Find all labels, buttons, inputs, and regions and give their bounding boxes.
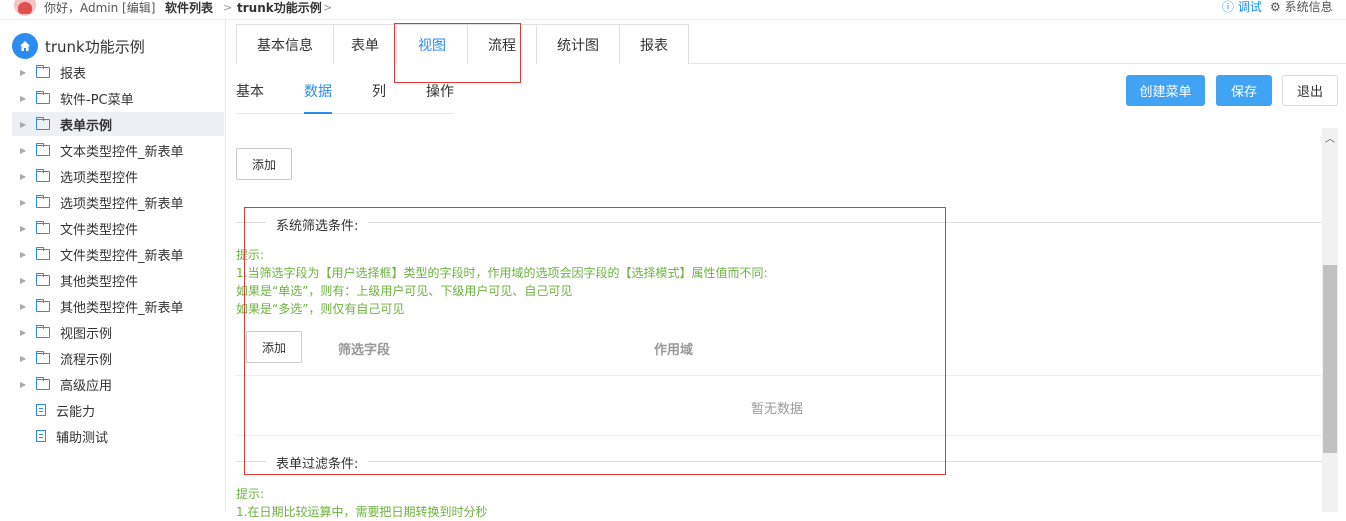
sidebar-item-label: 表单示例 xyxy=(60,118,113,134)
tab-form[interactable]: 表单 xyxy=(333,24,397,64)
sidebar-item[interactable]: ▶ 文件类型控件 xyxy=(12,216,224,240)
sidebar-item-label: 选项类型控件 xyxy=(60,170,139,186)
folder-icon xyxy=(36,168,50,182)
sidebar-item-label: 报表 xyxy=(60,66,87,82)
highlight-box-system-filter xyxy=(244,207,946,475)
subtab-data[interactable]: 数据 xyxy=(304,81,332,101)
breadcrumb-current[interactable]: trunk功能示例 xyxy=(237,0,322,16)
vertical-scrollbar[interactable]: ︿ xyxy=(1322,128,1338,512)
subtab-columns[interactable]: 列 xyxy=(372,81,386,101)
greeting[interactable]: 你好，Admin [编辑] xyxy=(44,0,155,16)
sidebar-item[interactable]: ▶ 选项类型控件 xyxy=(12,164,224,188)
document-icon xyxy=(36,430,46,442)
expand-arrow-icon[interactable]: ▶ xyxy=(20,120,30,129)
expand-arrow-icon[interactable]: ▶ xyxy=(20,68,30,77)
sidebar-item-label: 文件类型控件_新表单 xyxy=(60,248,184,264)
sidebar-item-label: 其他类型控件_新表单 xyxy=(60,300,184,316)
folder-icon xyxy=(36,64,50,78)
folder-icon xyxy=(36,246,50,260)
hint-line: 1.在日期比较运算中，需要把日期转换到时分秒 xyxy=(236,505,488,519)
tab-basic-info[interactable]: 基本信息 xyxy=(236,24,334,64)
subtab-basic[interactable]: 基本 xyxy=(236,81,264,101)
sidebar-item[interactable]: ▶ 其他类型控件_新表单 xyxy=(12,294,224,318)
active-tab-indicator xyxy=(304,112,332,114)
sidebar-item-label: 软件-PC菜单 xyxy=(60,92,134,108)
sidebar-item[interactable]: ▶ 表单示例 xyxy=(12,112,224,136)
sidebar-item[interactable]: ▶ 软件-PC菜单 xyxy=(12,86,224,110)
breadcrumb-software-list[interactable]: 软件列表 xyxy=(165,0,213,16)
debug-link[interactable]: ⓘ 调试 xyxy=(1222,0,1262,14)
chevron-right-icon: > xyxy=(323,1,333,14)
sidebar-item[interactable]: ▶ 选项类型控件_新表单 xyxy=(12,190,224,214)
expand-arrow-icon[interactable]: ▶ xyxy=(20,302,30,311)
tab-chart[interactable]: 统计图 xyxy=(536,24,620,64)
folder-icon xyxy=(36,272,50,286)
create-menu-button[interactable]: 创建菜单 xyxy=(1126,75,1205,106)
expand-arrow-icon[interactable]: ▶ xyxy=(20,198,30,207)
sub-tabs: 基本 数据 列 操作 xyxy=(236,78,454,114)
document-icon xyxy=(36,404,46,416)
sidebar: trunk功能示例 ▶ 报表 ▶ 软件-PC菜单 ▶ 表单示例 ▶ 文本类型控件_新表单 ▶ 选项… xyxy=(0,20,226,512)
save-button[interactable]: 保存 xyxy=(1216,75,1272,106)
tree-root-label: trunk功能示例 xyxy=(45,37,145,56)
sidebar-item-label: 辅助测试 xyxy=(56,430,109,446)
expand-arrow-icon[interactable]: ▶ xyxy=(20,94,30,103)
sidebar-item[interactable]: ▶ 其他类型控件 xyxy=(12,268,224,292)
exit-button[interactable]: 退出 xyxy=(1282,75,1338,106)
chevron-right-icon: > xyxy=(223,1,233,14)
folder-icon xyxy=(36,376,50,390)
sidebar-item[interactable]: ▶ 高级应用 xyxy=(12,372,224,396)
sidebar-item[interactable]: ▶ 文件类型控件_新表单 xyxy=(12,242,224,266)
sidebar-item-label: 文件类型控件 xyxy=(60,222,139,238)
sidebar-item-label: 视图示例 xyxy=(60,326,113,342)
expand-arrow-icon[interactable]: ▶ xyxy=(20,276,30,285)
folder-icon xyxy=(36,116,50,130)
subtab-actions[interactable]: 操作 xyxy=(426,81,454,101)
sidebar-item-label: 其他类型控件 xyxy=(60,274,139,290)
home-icon xyxy=(12,33,38,59)
folder-icon xyxy=(36,194,50,208)
sidebar-item[interactable]: ▶ 流程示例 xyxy=(12,346,224,370)
scroll-up-icon[interactable]: ︿ xyxy=(1322,128,1338,146)
scroll-thumb[interactable] xyxy=(1323,265,1337,453)
sidebar-item-label: 流程示例 xyxy=(60,352,113,368)
sidebar-item-label: 选项类型控件_新表单 xyxy=(60,196,184,212)
folder-icon xyxy=(36,298,50,312)
folder-icon xyxy=(36,350,50,364)
expand-arrow-icon[interactable]: ▶ xyxy=(20,328,30,337)
highlight-box-view-tab xyxy=(394,23,521,83)
folder-icon xyxy=(36,90,50,104)
sidebar-item-label: 文本类型控件_新表单 xyxy=(60,144,184,160)
sidebar-item[interactable]: ▶ 视图示例 xyxy=(12,320,224,344)
avatar[interactable] xyxy=(14,0,36,16)
sidebar-item[interactable]: ▶ 文本类型控件_新表单 xyxy=(12,138,224,162)
folder-icon xyxy=(36,220,50,234)
sidebar-item-label: 云能力 xyxy=(56,404,96,420)
add-button[interactable]: 添加 xyxy=(236,148,292,180)
top-bar: 你好，Admin [编辑] 软件列表 > trunk功能示例 > ⓘ 调试 ⚙ … xyxy=(0,0,1346,20)
hint-title: 提示: xyxy=(236,487,265,501)
expand-arrow-icon[interactable]: ▶ xyxy=(20,146,30,155)
expand-arrow-icon[interactable]: ▶ xyxy=(20,380,30,389)
expand-arrow-icon[interactable]: ▶ xyxy=(20,224,30,233)
tab-report[interactable]: 报表 xyxy=(619,24,689,64)
sidebar-item-label: 高级应用 xyxy=(60,378,113,394)
sidebar-item[interactable]: 云能力 xyxy=(12,398,224,422)
system-info-link[interactable]: ⚙ 系统信息 xyxy=(1270,0,1333,14)
sidebar-item[interactable]: ▶ 报表 xyxy=(12,60,224,84)
sidebar-item[interactable]: 辅助测试 xyxy=(12,424,224,448)
folder-icon xyxy=(36,142,50,156)
expand-arrow-icon[interactable]: ▶ xyxy=(20,250,30,259)
expand-arrow-icon[interactable]: ▶ xyxy=(20,172,30,181)
tree-root[interactable]: trunk功能示例 xyxy=(12,33,145,59)
folder-icon xyxy=(36,324,50,338)
expand-arrow-icon[interactable]: ▶ xyxy=(20,354,30,363)
